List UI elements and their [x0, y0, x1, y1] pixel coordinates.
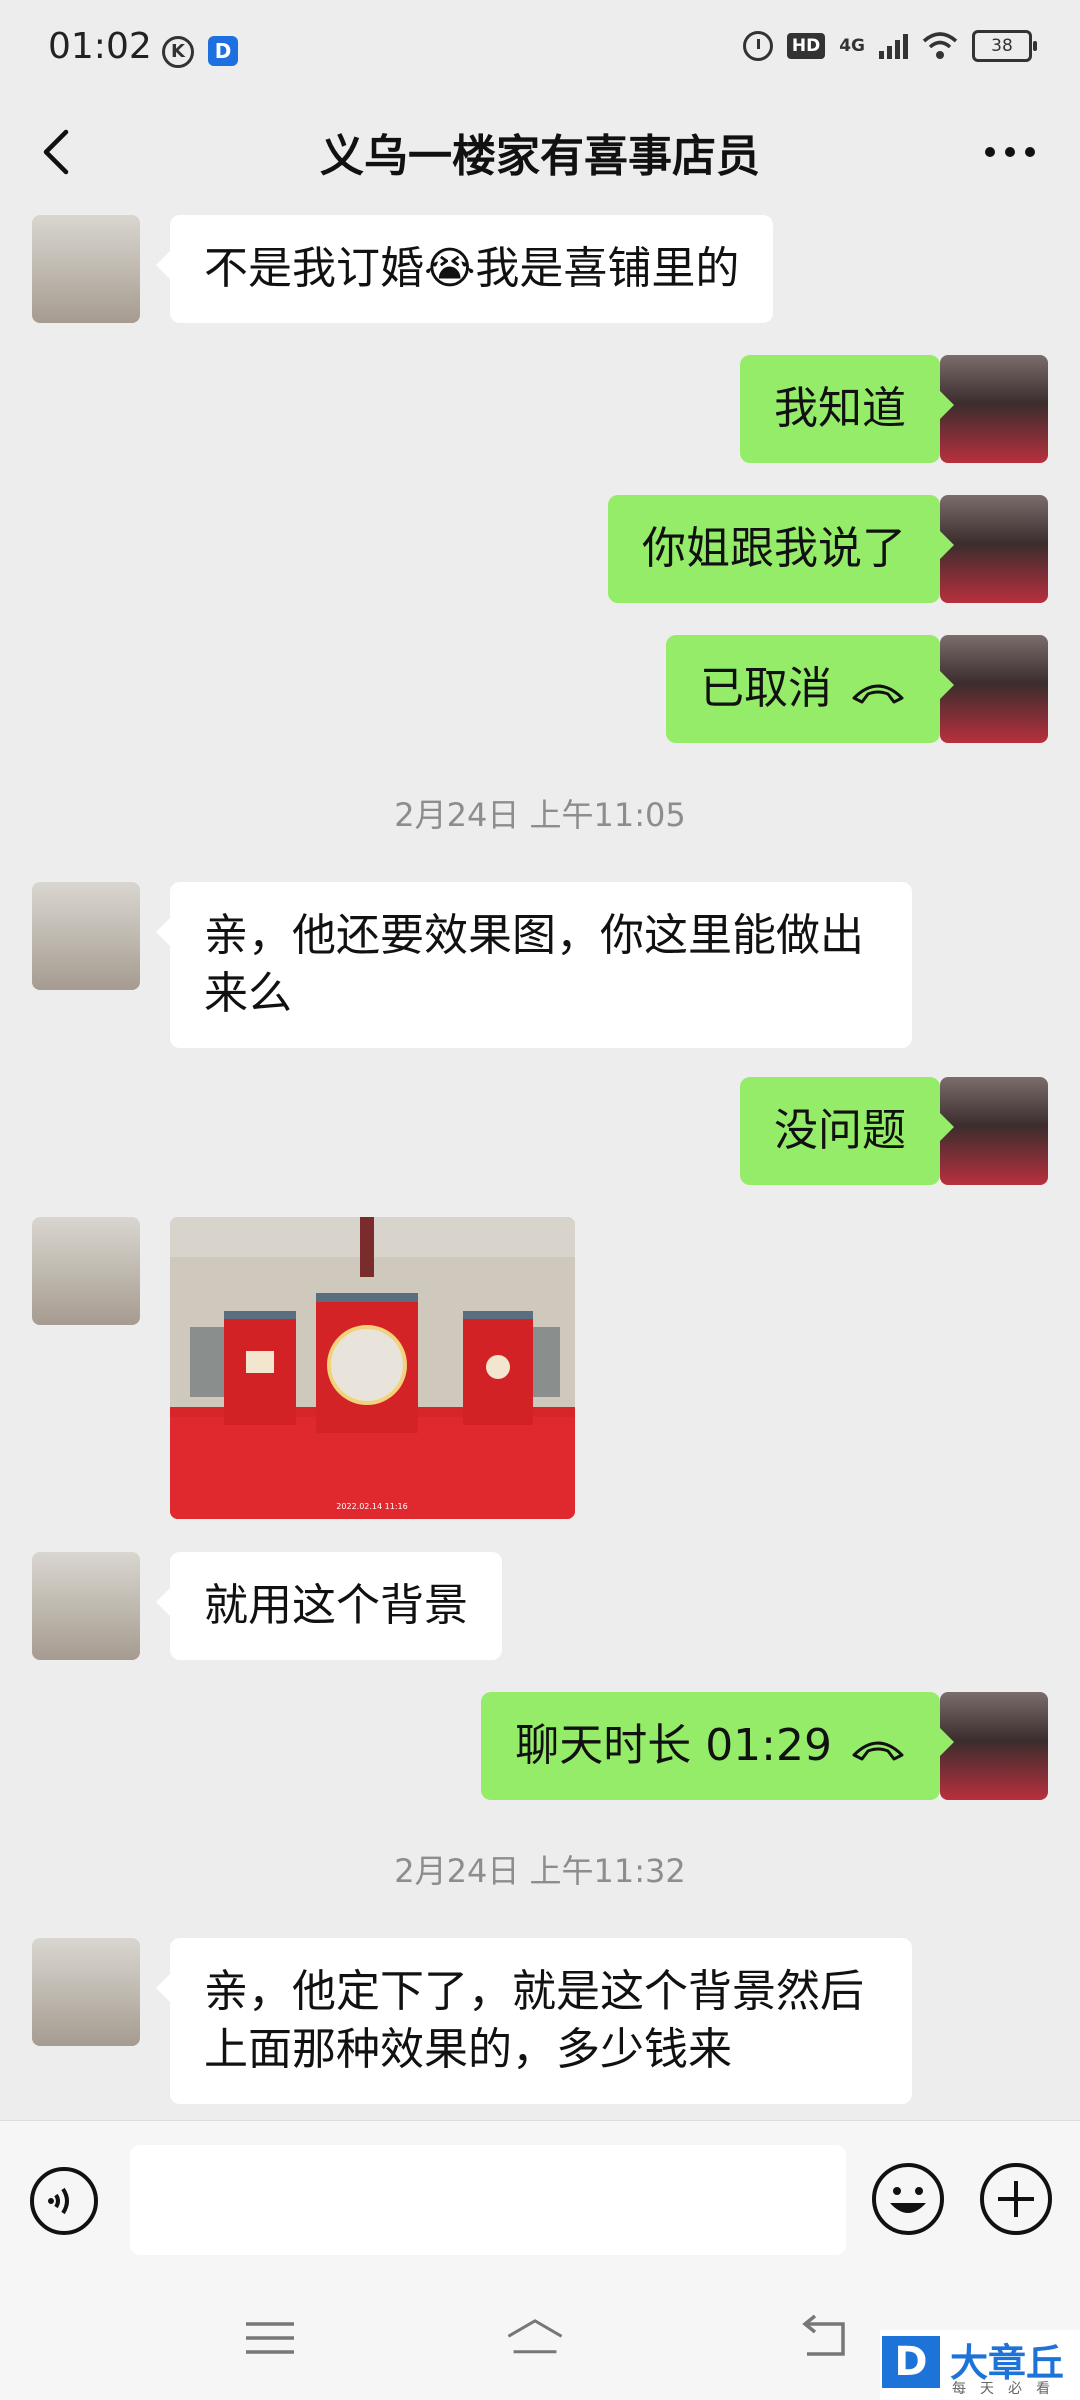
chat-header: 义乌一楼家有喜事店员 [0, 100, 1080, 210]
message-bubble[interactable]: 亲，他还要效果图，你这里能做出来么 [156, 882, 912, 1048]
contact-avatar[interactable] [32, 1938, 140, 2046]
user-avatar[interactable] [940, 355, 1048, 463]
photo-timestamp: 2022.02.14 11:16 [336, 1502, 407, 1511]
watermark-badge: D [882, 2336, 940, 2388]
watermark-slogan: 每天必看 [952, 2381, 1064, 2397]
menu-icon[interactable] [240, 2310, 300, 2366]
message-list[interactable]: 不是我订婚😭我是喜铺里的 我知道 你姐跟我说了 已取消 2月24日 上午11:0… [0, 210, 1080, 2120]
contact-avatar[interactable] [32, 882, 140, 990]
back-arrow-icon[interactable] [795, 2310, 855, 2366]
k-app-icon: K [162, 36, 194, 68]
call-record-bubble[interactable]: 已取消 [666, 635, 954, 743]
message-input[interactable] [130, 2145, 846, 2255]
watermark-logo: D 大章丘 每天必看 [880, 2330, 1080, 2400]
contact-avatar[interactable] [32, 1552, 140, 1660]
alarm-icon [742, 31, 773, 61]
user-avatar[interactable] [940, 1692, 1048, 1800]
wedding-stage-photo: 2022.02.14 11:16 [170, 1217, 575, 1519]
call-status-text: 已取消 [700, 663, 832, 714]
plus-icon[interactable] [978, 2161, 1054, 2237]
signal-icon [879, 33, 908, 59]
chat-title: 义乌一楼家有喜事店员 [320, 131, 760, 182]
user-avatar[interactable] [940, 635, 1048, 743]
call-duration-text: 聊天时长 01:29 [515, 1720, 832, 1771]
phone-hangup-icon [852, 684, 904, 704]
input-bar [0, 2120, 1080, 2281]
user-avatar[interactable] [940, 1077, 1048, 1185]
timestamp: 2月24日 上午11:32 [394, 1852, 686, 1890]
hd-icon: HD [786, 33, 826, 59]
status-bar: 01:02 K D HD 4G 38 [0, 0, 1080, 100]
image-message[interactable]: 2022.02.14 11:16 [170, 1217, 575, 1519]
more-dots-icon[interactable] [980, 122, 1040, 182]
wifi-icon [922, 32, 958, 59]
battery-icon: 38 [972, 30, 1037, 62]
voice-icon[interactable] [28, 2165, 100, 2237]
contact-avatar[interactable] [32, 1217, 140, 1325]
contact-avatar[interactable] [32, 215, 140, 323]
status-time: 01:02 [48, 26, 152, 67]
home-icon[interactable] [505, 2310, 565, 2366]
network-type: 4G [839, 36, 865, 56]
phone-hangup-icon [852, 1741, 904, 1761]
call-record-bubble[interactable]: 聊天时长 01:29 [481, 1692, 954, 1800]
message-bubble[interactable]: 我知道 [740, 355, 954, 463]
message-bubble[interactable]: 亲，他定下了，就是这个背景然后上面那种效果的，多少钱来 [156, 1938, 912, 2104]
message-bubble[interactable]: 不是我订婚😭我是喜铺里的 [155, 215, 774, 323]
status-icons: HD 4G 38 [742, 30, 1037, 62]
user-avatar[interactable] [940, 495, 1048, 603]
message-bubble[interactable]: 就用这个背景 [156, 1552, 502, 1660]
timestamp: 2月24日 上午11:05 [394, 796, 686, 834]
emoji-icon[interactable] [870, 2161, 946, 2237]
d-app-icon: D [208, 36, 238, 66]
message-bubble[interactable]: 你姐跟我说了 [608, 495, 954, 603]
message-bubble[interactable]: 没问题 [740, 1077, 954, 1185]
